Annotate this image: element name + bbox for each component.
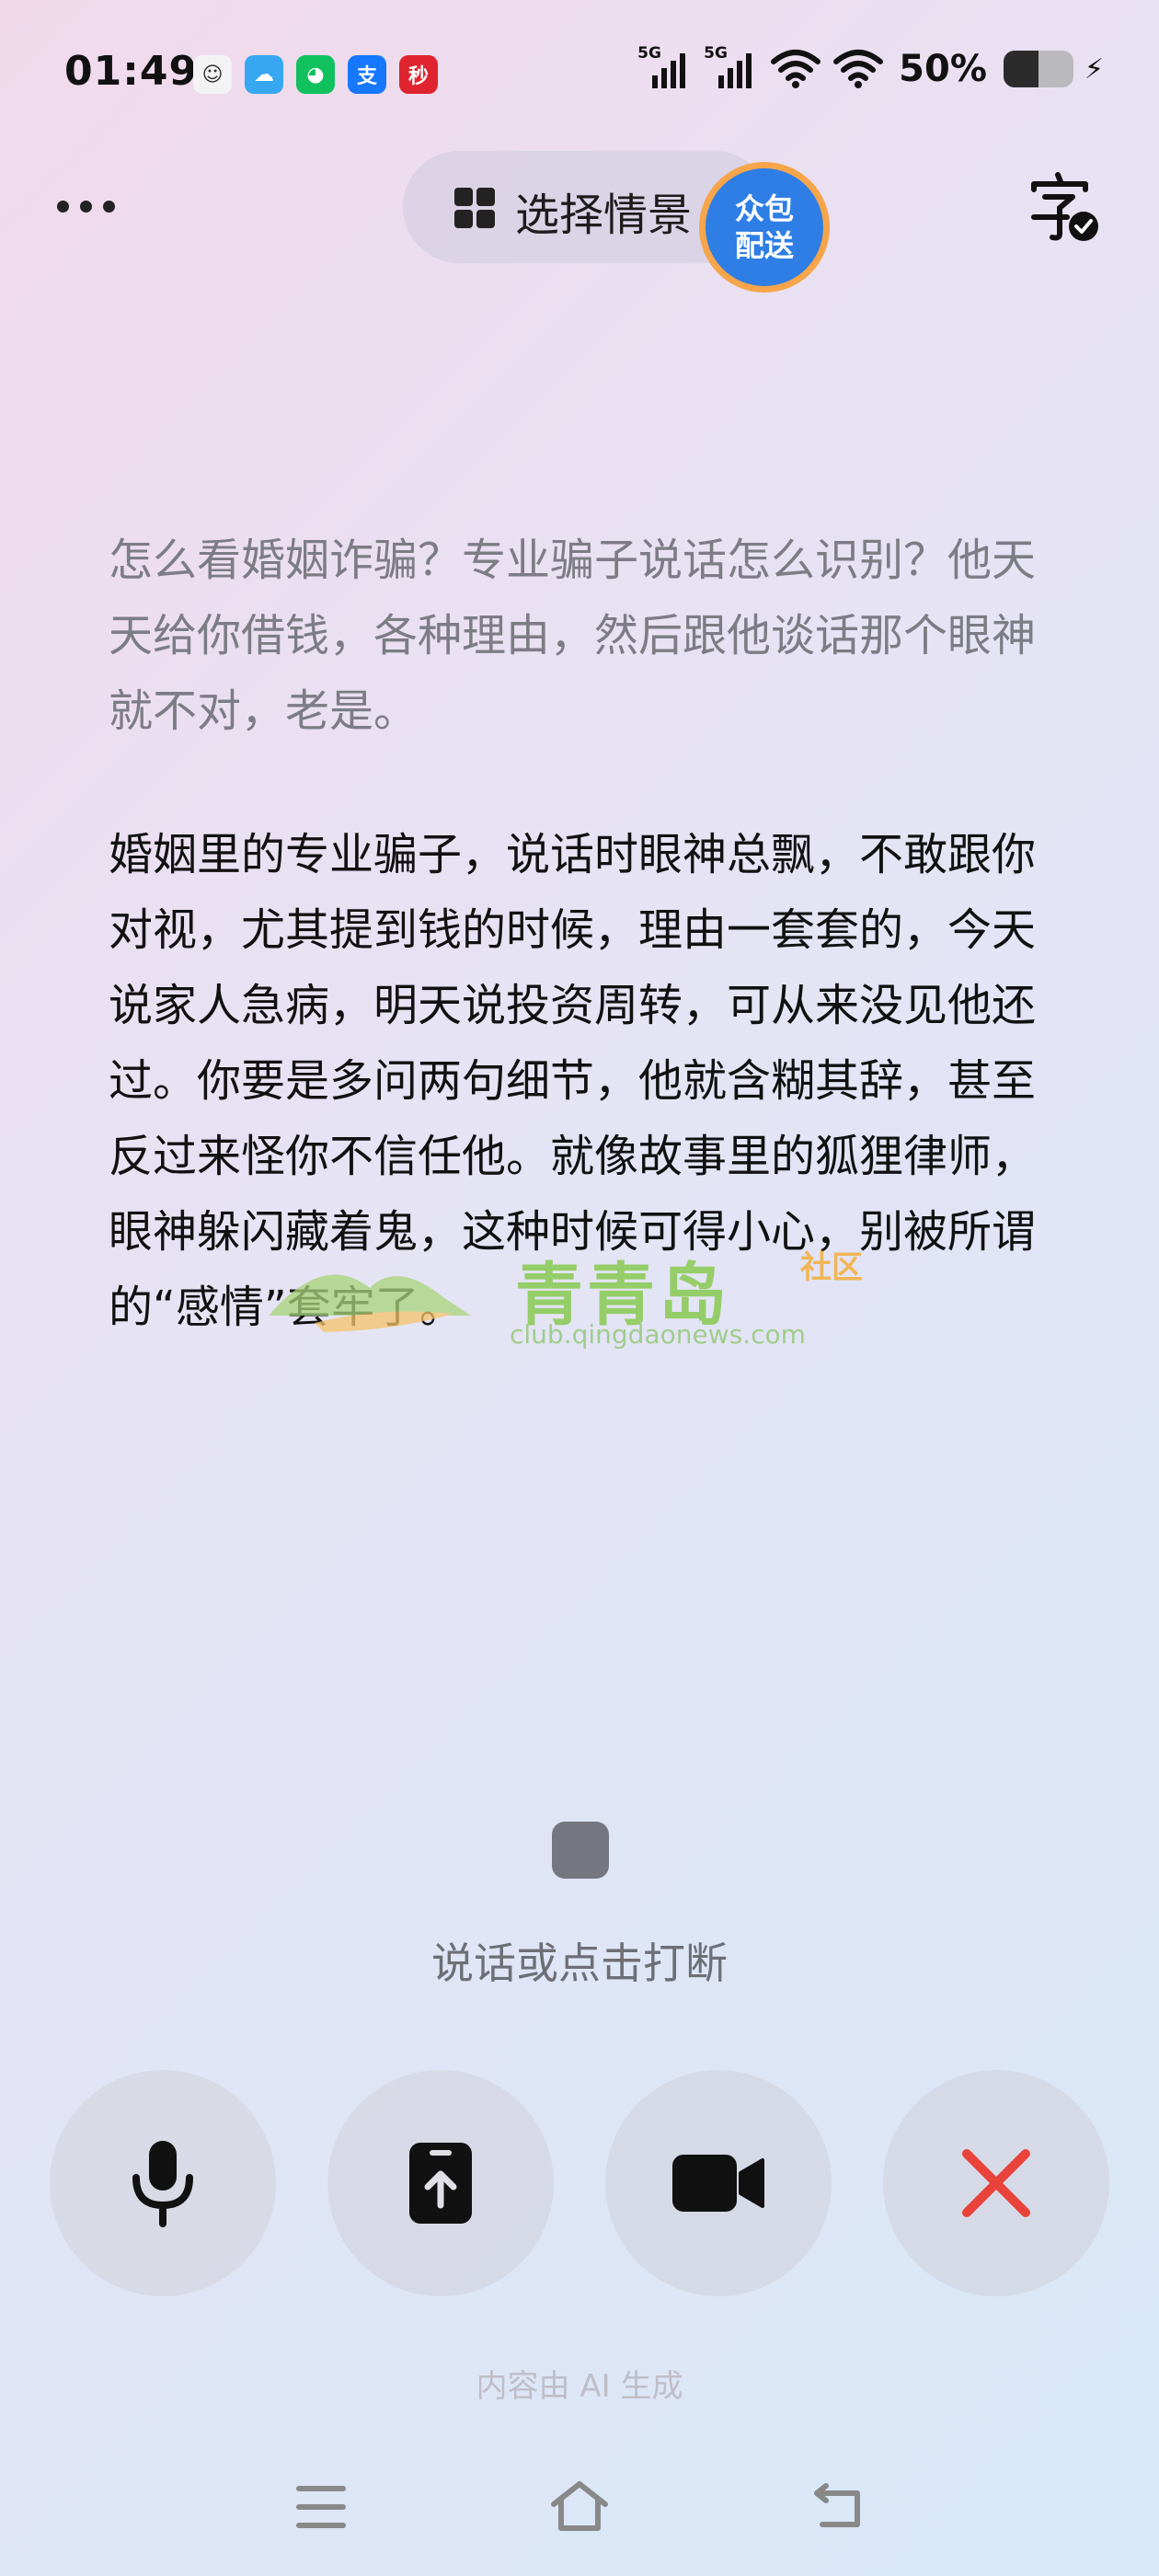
alipay-icon: 支 (348, 55, 386, 94)
upload-icon (409, 2143, 472, 2224)
battery-fill (1003, 51, 1039, 87)
badge-line-1: 众包 (734, 191, 794, 226)
notification-icons: ☺ ☁ ◕ 支 秒 (193, 55, 438, 94)
crowdsource-delivery-badge[interactable]: 众包 配送 (699, 162, 830, 293)
ai-generated-note: 内容由 AI 生成 (476, 2368, 683, 2405)
back-icon (814, 2483, 860, 2527)
close-icon (962, 2149, 1030, 2217)
upload-button[interactable] (327, 2070, 554, 2296)
signal-bars-icon (652, 53, 686, 88)
more-options-button[interactable] (57, 188, 131, 224)
video-camera-icon (672, 2155, 764, 2212)
select-scene-label: 选择情景 (515, 190, 693, 241)
badge-line-2: 配送 (734, 228, 794, 263)
microphone-icon (132, 2141, 193, 2227)
wifi-icon-secondary (832, 49, 884, 89)
more-dot-icon (80, 200, 92, 213)
video-button[interactable] (605, 2070, 832, 2296)
status-bar: 01:49 ☺ ☁ ◕ 支 秒 5G 5G 50% ⚡ (0, 0, 1159, 147)
clock: 01:49 (64, 48, 199, 95)
back-button[interactable] (809, 2482, 865, 2534)
recent-apps-button[interactable] (296, 2486, 346, 2528)
signal-bars-icon (718, 53, 752, 88)
news-app-icon: 秒 (399, 55, 438, 94)
ai-answer-text: 婚姻里的专业骗子，说话时眼神总飘，不敢跟你对视，尤其提到钱的时候，理由一套套的，… (109, 829, 1037, 1333)
subtitle-icon (1031, 172, 1098, 241)
signal-5g-1: 5G (637, 44, 693, 94)
microphone-button[interactable] (50, 2070, 276, 2296)
charging-icon: ⚡ (1084, 52, 1104, 86)
wechat-icon: ◕ (296, 55, 335, 94)
battery-percent: 50% (899, 48, 987, 90)
end-call-button[interactable] (883, 2070, 1109, 2296)
system-indicators: 5G 5G 50% ⚡ (637, 44, 1104, 94)
user-question-text: 怎么看婚姻诈骗？专业骗子说话怎么识别？他天天给你借钱，各种理由，然后跟他谈话那个… (109, 535, 1037, 737)
avatar-icon: ☺ (193, 55, 232, 94)
menu-line-icon (296, 2523, 346, 2528)
home-button[interactable] (548, 2478, 611, 2537)
more-dot-icon (57, 200, 69, 213)
signal-5g-2: 5G (704, 44, 759, 94)
home-icon (551, 2481, 608, 2531)
cloud-icon: ☁ (245, 55, 283, 94)
stop-button[interactable] (552, 1822, 609, 1879)
battery-icon (1003, 51, 1073, 87)
interrupt-hint: 说话或点击打断 (431, 1938, 728, 1988)
menu-line-icon (296, 2486, 346, 2491)
grid-icon (454, 188, 495, 228)
wifi-icon (770, 49, 821, 89)
menu-line-icon (296, 2504, 346, 2510)
more-dot-icon (103, 200, 115, 213)
subtitle-toggle-button[interactable] (1027, 169, 1104, 247)
